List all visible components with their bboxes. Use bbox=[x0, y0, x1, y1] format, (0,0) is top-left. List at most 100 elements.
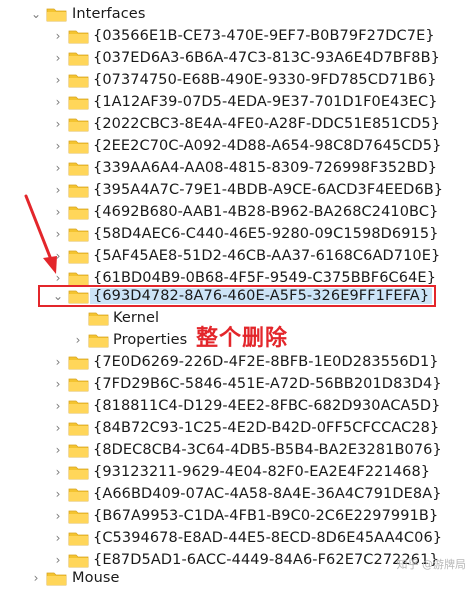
tree-node-label: Mouse bbox=[72, 570, 120, 586]
chevron-right-icon[interactable]: › bbox=[52, 250, 64, 262]
tree-node[interactable]: › {339AA6A4-AA08-4815-8309-726998F352BD} bbox=[0, 156, 474, 180]
chevron-right-icon[interactable]: › bbox=[52, 554, 64, 566]
chevron-right-icon[interactable]: › bbox=[52, 466, 64, 478]
tree-node-label: {7E0D6269-226D-4F2E-8BFB-1E0D283556D1} bbox=[93, 354, 439, 370]
chevron-right-icon[interactable]: › bbox=[52, 510, 64, 522]
tree-node[interactable]: › {84B72C93-1C25-4E2D-B42D-0FF5CFCCAC28} bbox=[0, 416, 474, 440]
tree-node-label: {339AA6A4-AA08-4815-8309-726998F352BD} bbox=[93, 160, 438, 176]
folder-open-icon bbox=[68, 289, 89, 304]
tree-node-label: {58D4AEC6-C440-46E5-9280-09C1598D6915} bbox=[93, 226, 439, 242]
folder-icon bbox=[68, 183, 89, 198]
tree-node-label: {93123211-9629-4E04-82F0-EA2E4F221468} bbox=[93, 464, 431, 480]
tree-node-label: {03566E1B-CE73-470E-9EF7-B0B79F27DC7E} bbox=[93, 28, 435, 44]
tree-node-label: {693D4782-8A76-460E-A5F5-326E9FF1FEFA} bbox=[90, 288, 433, 304]
folder-icon bbox=[68, 421, 89, 436]
folder-icon bbox=[88, 311, 109, 326]
folder-icon bbox=[68, 443, 89, 458]
tree-node[interactable]: › {58D4AEC6-C440-46E5-9280-09C1598D6915} bbox=[0, 222, 474, 246]
tree-node-label: {7FD29B6C-5846-451E-A72D-56BB201D83D4} bbox=[93, 376, 442, 392]
chevron-right-icon[interactable]: › bbox=[52, 184, 64, 196]
chevron-right-icon[interactable]: › bbox=[52, 444, 64, 456]
chevron-right-icon[interactable]: › bbox=[52, 378, 64, 390]
folder-icon bbox=[68, 29, 89, 44]
chevron-right-icon[interactable]: › bbox=[52, 400, 64, 412]
chevron-right-icon[interactable]: › bbox=[52, 422, 64, 434]
tree-node[interactable]: › {5AF45AE8-51D2-46CB-AA37-6168C6AD710E} bbox=[0, 244, 474, 268]
tree-node-label: {4692B680-AAB1-4B28-B962-BA268C2410BC} bbox=[93, 204, 439, 220]
chevron-right-icon[interactable]: › bbox=[52, 118, 64, 130]
registry-tree: ⌄ Interfaces › {03566E1B-CE73-470E-9EF7-… bbox=[0, 0, 474, 586]
folder-icon bbox=[46, 7, 67, 22]
tree-node[interactable]: › {93123211-9629-4E04-82F0-EA2E4F221468} bbox=[0, 460, 474, 484]
tree-node-label: Kernel bbox=[113, 310, 160, 326]
annotation-text: 整个删除 bbox=[196, 326, 289, 351]
folder-icon bbox=[68, 161, 89, 176]
tree-node-label: Properties bbox=[113, 332, 188, 348]
folder-icon bbox=[68, 51, 89, 66]
tree-node-label: {8DEC8CB4-3C64-4DB5-B5B4-BA2E3281B076} bbox=[93, 442, 442, 458]
chevron-right-icon[interactable]: › bbox=[52, 52, 64, 64]
tree-node[interactable]: › {B67A9953-C1DA-4FB1-B9C0-2C6E2297991B} bbox=[0, 504, 474, 528]
folder-icon bbox=[68, 73, 89, 88]
folder-icon bbox=[88, 333, 109, 348]
chevron-right-icon[interactable]: › bbox=[52, 532, 64, 544]
tree-node-interfaces[interactable]: ⌄ Interfaces bbox=[0, 2, 474, 26]
chevron-right-icon[interactable]: › bbox=[52, 74, 64, 86]
folder-icon bbox=[68, 487, 89, 502]
folder-icon bbox=[68, 249, 89, 264]
tree-node[interactable]: › {2022CBC3-8E4A-4FE0-A28F-DDC51E851CD5} bbox=[0, 112, 474, 136]
tree-node[interactable]: › {4692B680-AAB1-4B28-B962-BA268C2410BC} bbox=[0, 200, 474, 224]
folder-icon bbox=[68, 377, 89, 392]
tree-node[interactable]: › {1A12AF39-07D5-4EDA-9E37-701D1F0E43EC} bbox=[0, 90, 474, 114]
folder-icon bbox=[46, 571, 67, 586]
folder-icon bbox=[68, 355, 89, 370]
tree-node-label: {84B72C93-1C25-4E2D-B42D-0FF5CFCCAC28} bbox=[93, 420, 440, 436]
folder-icon bbox=[68, 95, 89, 110]
chevron-right-icon[interactable]: › bbox=[52, 488, 64, 500]
tree-node-label: {5AF45AE8-51D2-46CB-AA37-6168C6AD710E} bbox=[93, 248, 441, 264]
tree-node-label: Interfaces bbox=[72, 6, 146, 22]
tree-node[interactable]: › {03566E1B-CE73-470E-9EF7-B0B79F27DC7E} bbox=[0, 24, 474, 48]
tree-node-label: {2EE2C70C-A092-4D88-A654-98C8D7645CD5} bbox=[93, 138, 442, 154]
folder-icon bbox=[68, 227, 89, 242]
tree-node[interactable]: › {395A4A7C-79E1-4BDB-A9CE-6ACD3F4EED6B} bbox=[0, 178, 474, 202]
chevron-right-icon[interactable]: › bbox=[52, 30, 64, 42]
tree-node[interactable]: › {C5394678-E8AD-44E5-8ECD-8D6E45AA4C06} bbox=[0, 526, 474, 550]
tree-node-label: {1A12AF39-07D5-4EDA-9E37-701D1F0E43EC} bbox=[93, 94, 438, 110]
chevron-right-icon[interactable]: › bbox=[52, 140, 64, 152]
folder-icon bbox=[68, 139, 89, 154]
chevron-right-icon[interactable]: › bbox=[52, 162, 64, 174]
folder-icon bbox=[68, 117, 89, 132]
tree-node-label: {C5394678-E8AD-44E5-8ECD-8D6E45AA4C06} bbox=[93, 530, 443, 546]
tree-node[interactable]: › {037ED6A3-6B6A-47C3-813C-93A6E4D7BF8B} bbox=[0, 46, 474, 70]
chevron-down-icon[interactable]: ⌄ bbox=[52, 290, 64, 302]
folder-icon bbox=[68, 465, 89, 480]
tree-node-label: {395A4A7C-79E1-4BDB-A9CE-6ACD3F4EED6B} bbox=[93, 182, 444, 198]
tree-node[interactable]: › {7FD29B6C-5846-451E-A72D-56BB201D83D4} bbox=[0, 372, 474, 396]
tree-node-label: {037ED6A3-6B6A-47C3-813C-93A6E4D7BF8B} bbox=[93, 50, 440, 66]
chevron-right-icon[interactable]: › bbox=[52, 272, 64, 284]
chevron-down-icon[interactable]: ⌄ bbox=[30, 8, 42, 20]
chevron-right-icon[interactable]: › bbox=[52, 228, 64, 240]
tree-node-label: {B67A9953-C1DA-4FB1-B9C0-2C6E2297991B} bbox=[93, 508, 439, 524]
tree-node[interactable]: › {818811C4-D129-4EE2-8FBC-682D930ACA5D} bbox=[0, 394, 474, 418]
folder-icon bbox=[68, 399, 89, 414]
tree-node-label: {818811C4-D129-4EE2-8FBC-682D930ACA5D} bbox=[93, 398, 441, 414]
folder-icon bbox=[68, 531, 89, 546]
tree-node-label: {A66BD409-07AC-4A58-8A4E-36A4C791DE8A} bbox=[93, 486, 442, 502]
tree-node-selected[interactable]: ⌄ {693D4782-8A76-460E-A5F5-326E9FF1FEFA} bbox=[0, 284, 474, 308]
tree-node[interactable]: › {8DEC8CB4-3C64-4DB5-B5B4-BA2E3281B076} bbox=[0, 438, 474, 462]
watermark: 知乎 @游牌局 bbox=[396, 558, 467, 571]
tree-node-label: {07374750-E68B-490E-9330-9FD785CD71B6} bbox=[93, 72, 437, 88]
chevron-right-icon[interactable]: › bbox=[52, 206, 64, 218]
folder-icon bbox=[68, 205, 89, 220]
tree-node[interactable]: › {A66BD409-07AC-4A58-8A4E-36A4C791DE8A} bbox=[0, 482, 474, 506]
chevron-right-icon[interactable]: › bbox=[52, 356, 64, 368]
tree-node[interactable]: › {7E0D6269-226D-4F2E-8BFB-1E0D283556D1} bbox=[0, 350, 474, 374]
chevron-right-icon[interactable]: › bbox=[52, 96, 64, 108]
tree-node-label: {2022CBC3-8E4A-4FE0-A28F-DDC51E851CD5} bbox=[93, 116, 441, 132]
chevron-right-icon[interactable]: › bbox=[72, 334, 84, 346]
tree-node[interactable]: › {07374750-E68B-490E-9330-9FD785CD71B6} bbox=[0, 68, 474, 92]
folder-icon bbox=[68, 509, 89, 524]
tree-node[interactable]: › {2EE2C70C-A092-4D88-A654-98C8D7645CD5} bbox=[0, 134, 474, 158]
